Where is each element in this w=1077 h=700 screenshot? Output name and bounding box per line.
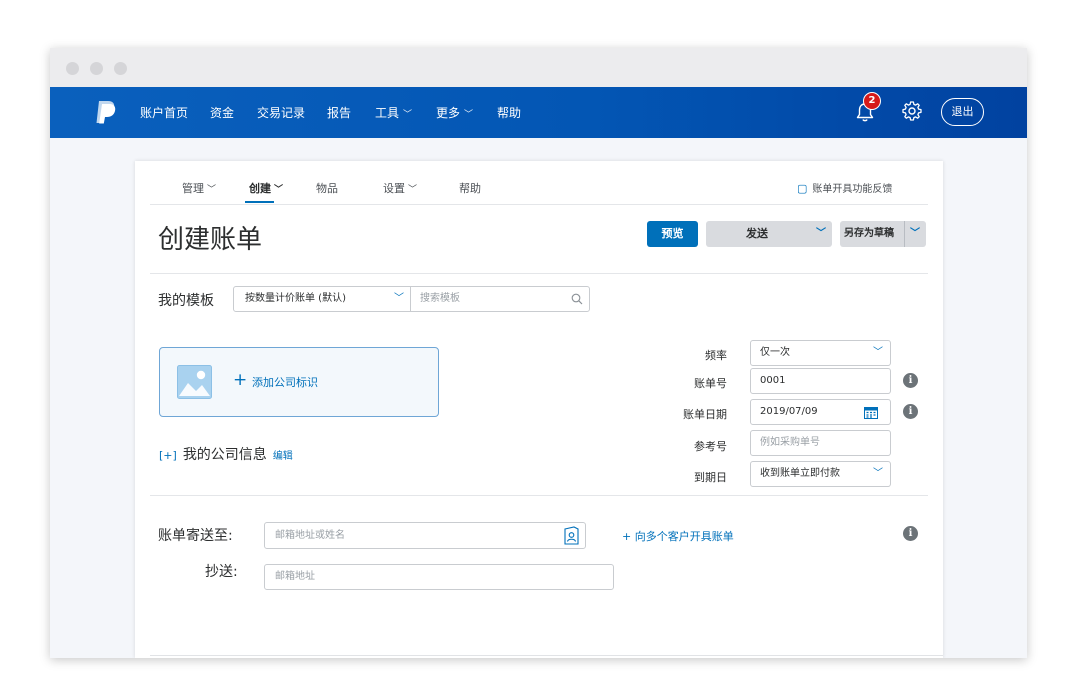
- chevron-down-icon[interactable]: ﹀: [816, 221, 826, 247]
- window-minimize-dot[interactable]: [90, 62, 103, 75]
- invoice-number-input[interactable]: 0001: [750, 368, 891, 394]
- invoice-date-input[interactable]: 2019/07/09: [750, 399, 891, 425]
- invoice-date-label: 账单日期: [683, 408, 727, 421]
- notification-badge[interactable]: 2: [863, 92, 881, 110]
- preview-button[interactable]: 预览: [647, 221, 698, 247]
- plus-icon: +: [233, 370, 248, 390]
- edit-company-link[interactable]: 编辑: [273, 451, 293, 462]
- active-tab-indicator: [245, 201, 274, 203]
- subnav-item-items[interactable]: 物品: [316, 180, 338, 196]
- info-icon[interactable]: i: [903, 373, 918, 388]
- nav-item-transactions[interactable]: 交易记录: [257, 104, 305, 121]
- template-search-placeholder: 搜索模板: [420, 293, 460, 304]
- due-date-value: 收到账单立即付款: [760, 468, 840, 479]
- cc-placeholder: 邮箱地址: [275, 571, 315, 582]
- section-divider: [150, 495, 928, 496]
- invoice-number-value: 0001: [760, 375, 786, 386]
- speech-bubble-icon: ▢: [797, 182, 808, 195]
- header-divider: [150, 273, 928, 274]
- nav-item-more[interactable]: 更多 ﹀: [436, 104, 473, 121]
- due-date-label: 到期日: [694, 471, 727, 484]
- expand-company-toggle[interactable]: [+]: [159, 449, 177, 462]
- window-close-dot[interactable]: [66, 62, 79, 75]
- due-date-select[interactable]: 收到账单立即付款 ﹀: [750, 461, 891, 487]
- window-chrome: [50, 48, 1027, 87]
- invoice-number-label: 账单号: [694, 377, 727, 390]
- bill-multiple-link[interactable]: + 向多个客户开具账单: [622, 528, 734, 544]
- info-icon[interactable]: i: [903, 526, 918, 541]
- add-company-logo-box[interactable]: + 添加公司标识: [159, 347, 439, 417]
- template-select[interactable]: 按数量计价账单 (默认) ﹀: [233, 286, 411, 312]
- chevron-down-icon: ﹀: [403, 110, 413, 120]
- chevron-down-icon: ﹀: [394, 293, 404, 304]
- invoice-date-value: 2019/07/09: [760, 406, 818, 417]
- chevron-down-icon: ﹀: [274, 185, 284, 195]
- frequency-select[interactable]: 仅一次 ﹀: [750, 340, 891, 366]
- chevron-down-icon: ﹀: [207, 185, 217, 195]
- nav-item-funds[interactable]: 资金: [210, 104, 234, 121]
- bill-to-label: 账单寄送至:: [158, 528, 233, 544]
- subnav-item-manage[interactable]: 管理 ﹀: [182, 180, 216, 196]
- info-icon[interactable]: i: [903, 404, 918, 419]
- frequency-value: 仅一次: [760, 347, 790, 358]
- reference-input[interactable]: 例如采购单号: [750, 430, 891, 456]
- frequency-label: 频率: [705, 349, 727, 362]
- chevron-down-icon: ﹀: [873, 347, 883, 358]
- chevron-down-icon: ﹀: [408, 185, 418, 195]
- chevron-down-icon: ﹀: [873, 468, 883, 479]
- window-maximize-dot[interactable]: [114, 62, 127, 75]
- company-info-row: [+] 我的公司信息 编辑: [159, 444, 293, 464]
- chevron-down-icon: ﹀: [464, 110, 474, 120]
- company-info-label: 我的公司信息: [182, 447, 267, 463]
- template-select-value: 按数量计价账单 (默认): [245, 293, 346, 304]
- bill-to-placeholder: 邮箱地址或姓名: [275, 530, 345, 541]
- page-title: 创建账单: [158, 225, 263, 255]
- save-draft-button[interactable]: 另存为草稿 ﹀: [840, 221, 926, 247]
- top-navbar: 账户首页 资金 交易记录 报告 工具 ﹀ 更多 ﹀ 帮助 2 退出: [50, 87, 1027, 138]
- contact-book-icon[interactable]: [564, 526, 579, 545]
- cc-label: 抄送:: [205, 564, 238, 580]
- send-button-label: 发送: [746, 227, 768, 240]
- nav-item-tools[interactable]: 工具 ﹀: [375, 104, 412, 121]
- browser-window: 账户首页 资金 交易记录 报告 工具 ﹀ 更多 ﹀ 帮助 2 退出 管理 ﹀ 创建 ﹀ …: [50, 48, 1027, 658]
- search-icon: [571, 293, 583, 305]
- add-logo-label: 添加公司标识: [252, 376, 318, 389]
- card-bottom-divider: [150, 655, 943, 656]
- image-placeholder-icon: [177, 365, 212, 399]
- paypal-logo-icon[interactable]: [95, 100, 117, 124]
- gear-icon[interactable]: [901, 100, 923, 122]
- template-label: 我的模板: [158, 293, 214, 309]
- calendar-icon[interactable]: [864, 406, 878, 419]
- cc-input[interactable]: 邮箱地址: [264, 564, 614, 590]
- invoice-card: 管理 ﹀ 创建 ﹀ 物品 设置 ﹀ 帮助 ▢ 账单开具功能反馈 创建账单 预览 发送 ﹀…: [135, 161, 943, 658]
- nav-item-help[interactable]: 帮助: [497, 104, 521, 121]
- subnav-divider: [150, 204, 928, 205]
- template-search-input[interactable]: 搜索模板: [410, 286, 590, 312]
- feedback-link[interactable]: ▢ 账单开具功能反馈: [797, 180, 892, 195]
- nav-item-reports[interactable]: 报告: [327, 104, 351, 121]
- bill-to-input[interactable]: 邮箱地址或姓名: [264, 522, 586, 549]
- send-button[interactable]: 发送 ﹀: [706, 221, 832, 247]
- button-divider: [904, 221, 905, 247]
- nav-item-home[interactable]: 账户首页: [140, 104, 188, 121]
- chevron-down-icon[interactable]: ﹀: [910, 221, 920, 247]
- logout-button[interactable]: 退出: [941, 98, 984, 126]
- subnav-item-create[interactable]: 创建 ﹀: [249, 180, 283, 196]
- save-draft-label: 另存为草稿: [844, 228, 894, 239]
- subnav-item-settings[interactable]: 设置 ﹀: [383, 180, 417, 196]
- reference-placeholder: 例如采购单号: [760, 437, 820, 448]
- subnav-item-help[interactable]: 帮助: [459, 180, 481, 196]
- reference-label: 参考号: [694, 440, 727, 453]
